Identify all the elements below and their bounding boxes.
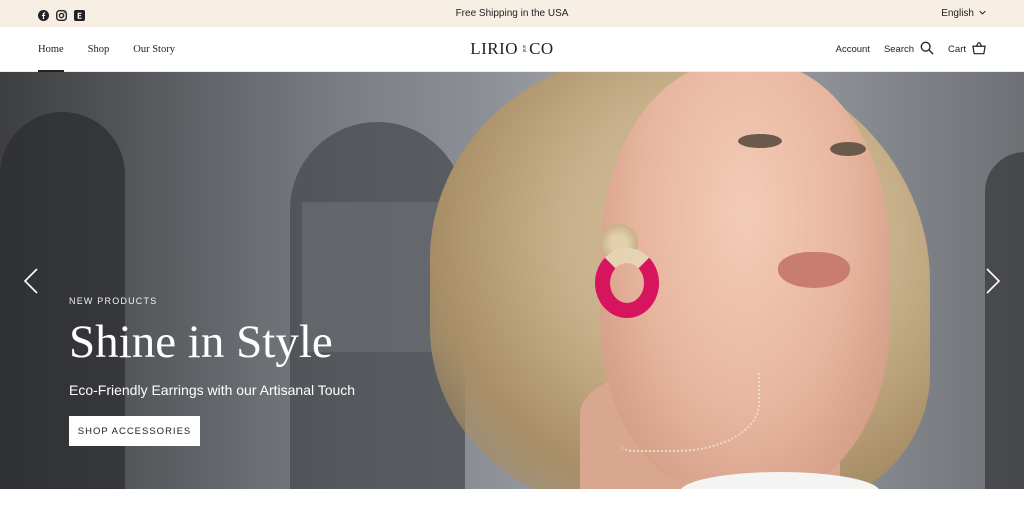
main-nav: Home Shop Our Story xyxy=(38,27,175,72)
search-icon xyxy=(920,41,934,58)
carousel-prev-button[interactable] xyxy=(22,267,40,295)
background-archway xyxy=(985,152,1024,489)
model-eye xyxy=(738,134,782,148)
nav-shop[interactable]: Shop xyxy=(88,27,110,72)
search-label: Search xyxy=(883,44,915,55)
logo-main: LIRIO xyxy=(470,39,519,58)
hero-headline: Shine in Style xyxy=(69,316,333,368)
cart-label: Cart xyxy=(948,44,966,55)
chevron-left-icon xyxy=(23,268,38,294)
earring-hoop xyxy=(595,248,659,318)
language-selector[interactable]: English xyxy=(941,0,986,27)
cart-button[interactable]: Cart xyxy=(948,41,986,58)
hero-content: NEW PRODUCTS Shine in Style Eco-Friendly… xyxy=(69,296,355,446)
announcement-bar: Free Shipping in the USA English xyxy=(0,0,1024,27)
announcement-text: Free Shipping in the USA xyxy=(455,8,569,19)
site-header: Home Shop Our Story LIRIO and CO Account… xyxy=(0,27,1024,72)
hero-eyebrow: NEW PRODUCTS xyxy=(69,296,158,306)
account-link[interactable]: Account xyxy=(836,44,870,55)
chevron-down-icon xyxy=(979,8,986,19)
site-logo[interactable]: LIRIO and CO xyxy=(452,37,572,61)
model-lips xyxy=(778,252,850,288)
account-label: Account xyxy=(835,44,870,55)
model-eye xyxy=(830,142,866,156)
logo-and: and xyxy=(521,45,527,53)
carousel-next-button[interactable] xyxy=(984,267,1002,295)
logo-co: CO xyxy=(529,39,554,58)
header-actions: Account Search Cart xyxy=(836,27,986,72)
search-button[interactable]: Search xyxy=(884,41,934,58)
hero-subline: Eco-Friendly Earrings with our Artisanal… xyxy=(69,382,356,398)
hero-banner: NEW PRODUCTS Shine in Style Eco-Friendly… xyxy=(0,72,1024,489)
cart-icon xyxy=(972,41,986,58)
shop-accessories-button[interactable]: SHOP ACCESSORIES xyxy=(69,416,200,446)
nav-home[interactable]: Home xyxy=(38,27,64,72)
language-label: English xyxy=(941,8,974,19)
nav-our-story[interactable]: Our Story xyxy=(133,27,175,72)
chevron-right-icon xyxy=(986,268,1001,294)
